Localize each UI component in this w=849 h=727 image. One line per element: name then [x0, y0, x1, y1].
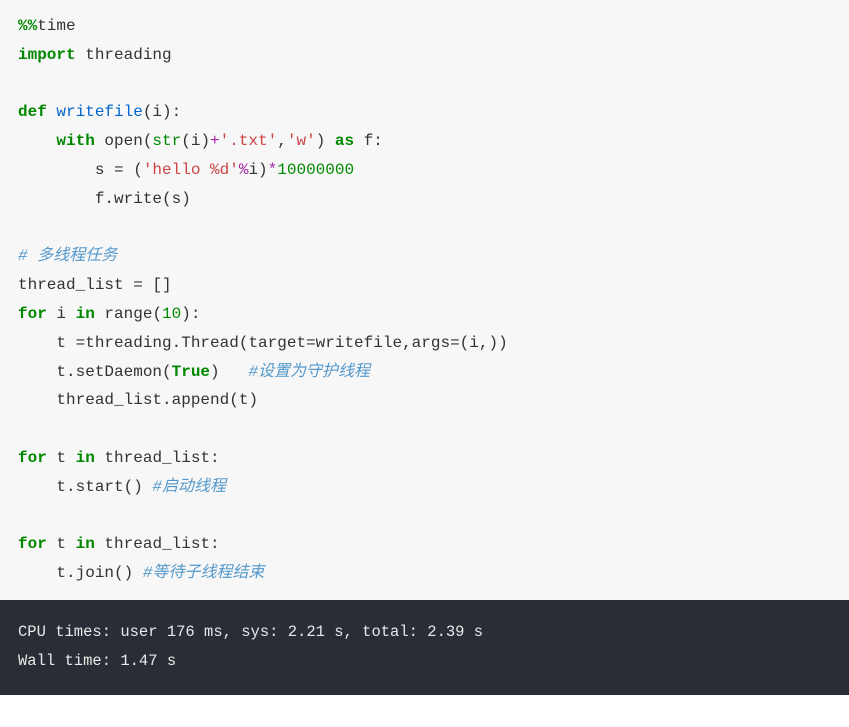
output-wall-time: Wall time: 1.47 s [18, 652, 176, 670]
func-name: writefile [47, 103, 143, 121]
kw-import: import [18, 46, 76, 64]
open-call: open( [95, 132, 153, 150]
module-name: threading [76, 46, 172, 64]
str-arg: (i) [181, 132, 210, 150]
comment-daemon: #设置为守护线程 [248, 363, 370, 381]
assign-s: s = ( [18, 161, 143, 179]
kw-with: with [56, 132, 94, 150]
code-cell: %%time import threading def writefile(i)… [0, 0, 849, 600]
append-call: thread_list.append(t) [18, 391, 258, 409]
comment-task: # 多线程任务 [18, 247, 117, 265]
kw-in3: in [76, 535, 95, 553]
var-f: f: [354, 132, 383, 150]
write-call: f.write(s) [18, 190, 191, 208]
setdaemon-close: ) [210, 363, 248, 381]
comment-start: #启动线程 [152, 478, 226, 496]
var-t2: t [47, 449, 76, 467]
range-close: ): [181, 305, 200, 323]
comma: , [277, 132, 287, 150]
var-i2: i [47, 305, 76, 323]
kw-true: True [172, 363, 210, 381]
kw-for2: for [18, 449, 47, 467]
num-ten: 10 [162, 305, 181, 323]
thread-list3: thread_list: [95, 535, 220, 553]
output-cell: CPU times: user 176 ms, sys: 2.21 s, tot… [0, 600, 849, 695]
thread-list-init: thread_list = [] [18, 276, 172, 294]
comment-join: #等待子线程结束 [143, 564, 265, 582]
builtin-str: str [152, 132, 181, 150]
kw-in2: in [76, 449, 95, 467]
var-t3: t [47, 535, 76, 553]
op-pct: % [239, 161, 249, 179]
kw-as: as [335, 132, 354, 150]
magic-prefix: %% [18, 17, 37, 35]
kw-for3: for [18, 535, 47, 553]
join-call: t.join() [18, 564, 143, 582]
op-plus: + [210, 132, 220, 150]
op-mul: * [268, 161, 278, 179]
thread-list2: thread_list: [95, 449, 220, 467]
start-call: t.start() [18, 478, 152, 496]
magic-cmd: time [37, 17, 75, 35]
close-paren: ) [316, 132, 335, 150]
func-params: (i): [143, 103, 181, 121]
kw-for1: for [18, 305, 47, 323]
kw-def: def [18, 103, 47, 121]
str-txt: '.txt' [220, 132, 278, 150]
str-hello: 'hello %d' [143, 161, 239, 179]
range-call: range( [95, 305, 162, 323]
num-large: 10000000 [277, 161, 354, 179]
str-mode: 'w' [287, 132, 316, 150]
var-i: i) [248, 161, 267, 179]
setdaemon-call: t.setDaemon( [18, 363, 172, 381]
output-cpu-times: CPU times: user 176 ms, sys: 2.21 s, tot… [18, 623, 483, 641]
kw-in1: in [76, 305, 95, 323]
thread-create: t =threading.Thread(target=writefile,arg… [18, 334, 508, 352]
